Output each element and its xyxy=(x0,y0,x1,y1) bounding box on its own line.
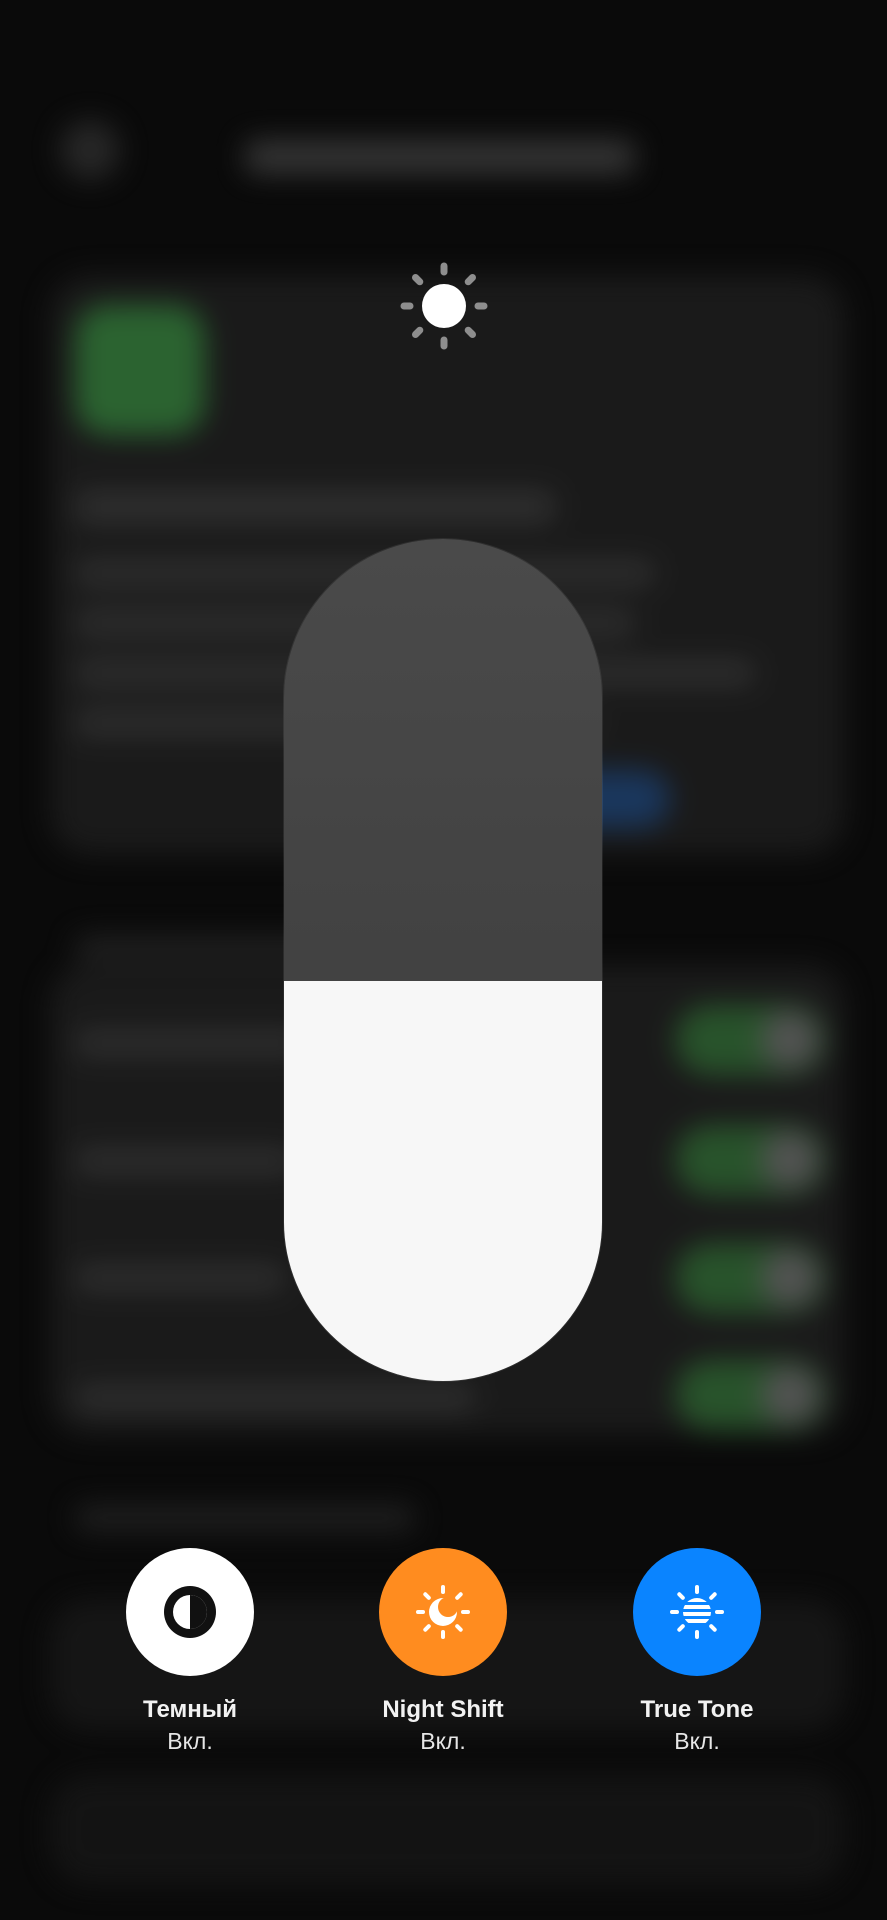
row-label-blurred xyxy=(75,1385,475,1411)
toggle-blurred xyxy=(675,1005,825,1075)
nav-title-blurred xyxy=(245,140,635,174)
toggle-blurred xyxy=(675,1243,825,1313)
night-shift-button[interactable] xyxy=(379,1548,507,1676)
night-shift-icon xyxy=(416,1585,470,1639)
true-tone-icon xyxy=(670,1585,724,1639)
back-button-blurred xyxy=(60,120,120,180)
row-label-blurred xyxy=(75,1265,285,1291)
true-tone-status: Вкл. xyxy=(674,1728,720,1754)
toggle-blurred xyxy=(675,1360,825,1430)
row-label-blurred xyxy=(75,1030,305,1056)
night-shift-label: Night Shift xyxy=(382,1696,504,1723)
row-label-blurred xyxy=(75,1148,295,1174)
dark-mode-control[interactable]: Темный Вкл. xyxy=(90,1548,290,1755)
dark-mode-button[interactable] xyxy=(126,1548,254,1676)
card-blurred xyxy=(50,1775,845,1885)
true-tone-button[interactable] xyxy=(633,1548,761,1676)
night-shift-status: Вкл. xyxy=(420,1728,466,1754)
toggle-blurred xyxy=(675,1125,825,1195)
brightness-slider-fill xyxy=(284,981,602,1381)
sun-icon xyxy=(400,262,488,350)
brightness-slider[interactable] xyxy=(284,539,602,1381)
text-line-blurred xyxy=(75,490,555,524)
dark-mode-status: Вкл. xyxy=(167,1728,213,1754)
night-shift-control[interactable]: Night Shift Вкл. xyxy=(343,1548,543,1755)
true-tone-control[interactable]: True Tone Вкл. xyxy=(597,1548,797,1755)
dark-mode-label: Темный xyxy=(143,1696,237,1723)
true-tone-label: True Tone xyxy=(640,1696,754,1723)
section-header-blurred xyxy=(75,1505,415,1531)
app-icon-blurred xyxy=(75,305,205,435)
dark-mode-icon xyxy=(164,1586,216,1638)
